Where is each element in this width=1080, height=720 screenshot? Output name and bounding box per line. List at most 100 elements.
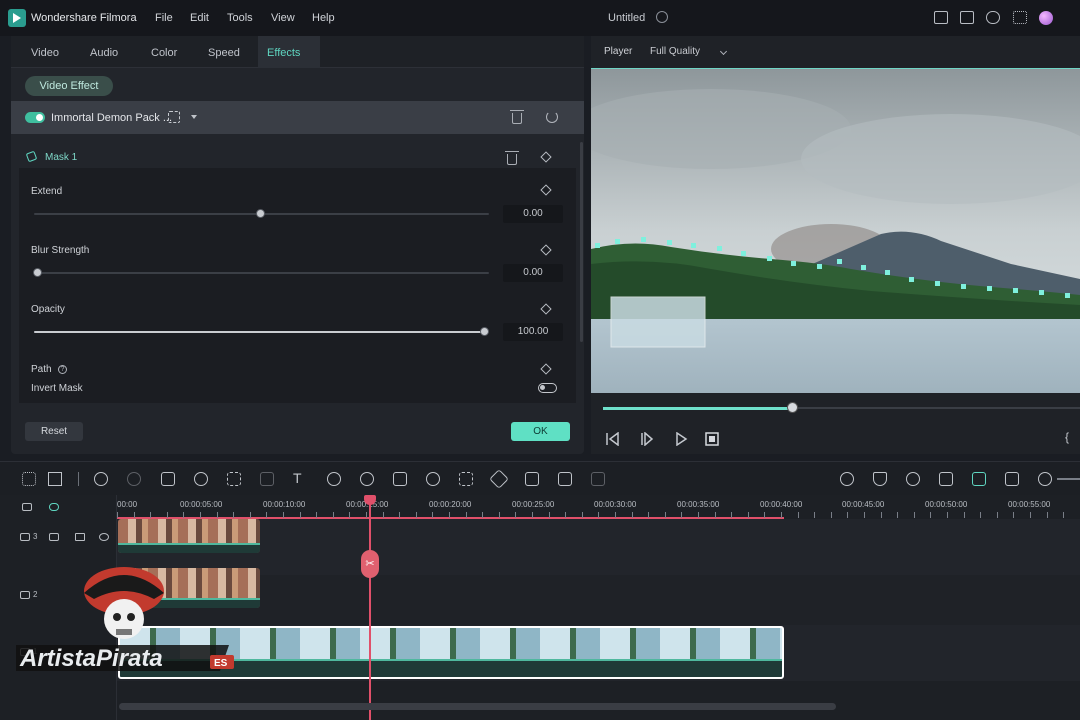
video-clip[interactable] bbox=[118, 519, 260, 553]
cloud-icon[interactable] bbox=[986, 11, 1000, 24]
chevron-down-icon[interactable] bbox=[191, 115, 197, 119]
color-palette-icon[interactable] bbox=[360, 472, 374, 486]
zoom-out-icon[interactable] bbox=[1038, 472, 1052, 486]
snap-icon[interactable] bbox=[972, 472, 986, 486]
cut-icon[interactable] bbox=[194, 472, 208, 486]
prev-frame-icon[interactable] bbox=[605, 432, 621, 446]
blur-value[interactable]: 0.00 bbox=[503, 264, 563, 282]
panel-scrollbar[interactable] bbox=[580, 142, 583, 342]
blur-keyframe-icon[interactable] bbox=[540, 244, 552, 256]
render-icon[interactable] bbox=[840, 472, 854, 486]
play-icon[interactable] bbox=[674, 432, 688, 446]
blur-slider-track[interactable] bbox=[34, 272, 489, 274]
avatar[interactable] bbox=[1039, 11, 1053, 25]
effect-enable-toggle[interactable] bbox=[25, 112, 45, 123]
adjust-icon[interactable] bbox=[525, 472, 539, 486]
brace-icon[interactable]: { bbox=[1065, 430, 1069, 444]
link-icon[interactable] bbox=[49, 503, 59, 511]
extend-slider-knob[interactable] bbox=[256, 209, 265, 218]
eye-icon[interactable] bbox=[99, 533, 109, 541]
invert-mask-switch[interactable] bbox=[538, 383, 557, 393]
ok-button[interactable]: OK bbox=[511, 422, 570, 441]
timer-icon[interactable] bbox=[426, 472, 440, 486]
ruler-tick bbox=[731, 512, 733, 518]
time-ruler[interactable]: 00:00 00:00:05:00 00:00:10:00 00:00:15:0… bbox=[117, 495, 1080, 519]
ruler-tick bbox=[631, 512, 633, 518]
ruler-tick bbox=[963, 512, 965, 518]
audio-detach-icon[interactable] bbox=[260, 472, 274, 486]
path-keyframe-icon[interactable] bbox=[540, 363, 552, 375]
opacity-slider-knob[interactable] bbox=[480, 327, 489, 336]
help-icon[interactable]: ? bbox=[58, 365, 67, 374]
redo-icon[interactable] bbox=[127, 472, 141, 486]
extend-value[interactable]: 0.00 bbox=[503, 205, 563, 223]
text-icon[interactable]: T bbox=[293, 470, 307, 486]
reset-effect-icon[interactable] bbox=[546, 111, 558, 123]
tab-effects[interactable]: Effects bbox=[267, 47, 300, 59]
layout-icon[interactable] bbox=[934, 11, 948, 24]
quality-select[interactable]: Full Quality bbox=[650, 46, 700, 57]
video-preview[interactable] bbox=[591, 68, 1080, 393]
mask-keyframe-icon[interactable] bbox=[540, 151, 552, 163]
ruler-label: 00:00:20:00 bbox=[429, 500, 472, 509]
ruler-tick bbox=[532, 512, 533, 518]
tab-color[interactable]: Color bbox=[151, 47, 177, 59]
tab-video[interactable]: Video bbox=[31, 47, 59, 59]
crop-icon[interactable] bbox=[227, 472, 241, 486]
fit-icon[interactable] bbox=[459, 472, 473, 486]
ruler-tick bbox=[332, 512, 334, 518]
ruler-tick bbox=[283, 512, 284, 518]
param-label-path: Path bbox=[31, 364, 52, 375]
microphone-icon[interactable] bbox=[906, 472, 920, 486]
group-icon[interactable] bbox=[558, 472, 572, 486]
scissor-icon[interactable]: ✂ bbox=[361, 550, 379, 578]
audio-stretch-icon[interactable] bbox=[939, 472, 953, 486]
zoom-slider[interactable] bbox=[1057, 478, 1080, 480]
playhead[interactable] bbox=[369, 495, 371, 720]
seek-bar-knob[interactable] bbox=[787, 402, 798, 413]
tab-speed[interactable]: Speed bbox=[208, 47, 240, 59]
timeline-scrollbar[interactable] bbox=[119, 703, 836, 710]
keyframe-icon[interactable] bbox=[489, 469, 509, 489]
play-pause-icon[interactable] bbox=[639, 432, 655, 446]
layout-grid-icon[interactable] bbox=[22, 472, 36, 486]
mask-select-icon[interactable] bbox=[168, 111, 180, 123]
delete-effect-icon[interactable] bbox=[510, 110, 524, 124]
ruler-label: 00:00:10:00 bbox=[263, 500, 306, 509]
save-icon[interactable] bbox=[960, 11, 974, 24]
ruler-tick bbox=[897, 512, 899, 518]
chevron-down-icon[interactable] bbox=[719, 47, 728, 56]
shield-icon[interactable] bbox=[873, 472, 887, 486]
extend-keyframe-icon[interactable] bbox=[540, 184, 552, 196]
tab-bar: Video Audio Color Speed Effects bbox=[11, 36, 584, 68]
speaker-icon[interactable] bbox=[75, 533, 85, 541]
menu-help[interactable]: Help bbox=[312, 12, 335, 24]
split-icon[interactable] bbox=[591, 472, 605, 486]
menu-edit[interactable]: Edit bbox=[190, 12, 209, 24]
opacity-keyframe-icon[interactable] bbox=[540, 303, 552, 315]
ruler-label: 00:00:30:00 bbox=[594, 500, 637, 509]
menu-tools[interactable]: Tools bbox=[227, 12, 253, 24]
video-effect-pill[interactable]: Video Effect bbox=[25, 76, 113, 96]
menu-file[interactable]: File bbox=[155, 12, 173, 24]
add-track-icon[interactable] bbox=[22, 503, 32, 511]
reset-button[interactable]: Reset bbox=[25, 422, 83, 441]
audio-mixer-icon[interactable] bbox=[393, 472, 407, 486]
stop-icon[interactable] bbox=[705, 432, 719, 446]
delete-mask-icon[interactable] bbox=[505, 151, 519, 165]
effects-panel: Video Audio Color Speed Effects Video Ef… bbox=[11, 36, 584, 454]
undo-icon[interactable] bbox=[94, 472, 108, 486]
menu-view[interactable]: View bbox=[271, 12, 295, 24]
blur-slider-knob[interactable] bbox=[33, 268, 42, 277]
delete-icon[interactable] bbox=[161, 472, 175, 486]
opacity-value[interactable]: 100.00 bbox=[503, 323, 563, 341]
select-tool-icon[interactable] bbox=[48, 472, 62, 486]
lock-icon[interactable] bbox=[49, 533, 59, 541]
tab-audio[interactable]: Audio bbox=[90, 47, 118, 59]
ruler-tick bbox=[581, 512, 583, 518]
grid-icon[interactable] bbox=[1013, 11, 1027, 24]
track-settings-icon[interactable] bbox=[1005, 472, 1019, 486]
ruler-tick bbox=[515, 512, 517, 518]
speed-icon[interactable] bbox=[327, 472, 341, 486]
document-title: Untitled bbox=[608, 12, 646, 24]
